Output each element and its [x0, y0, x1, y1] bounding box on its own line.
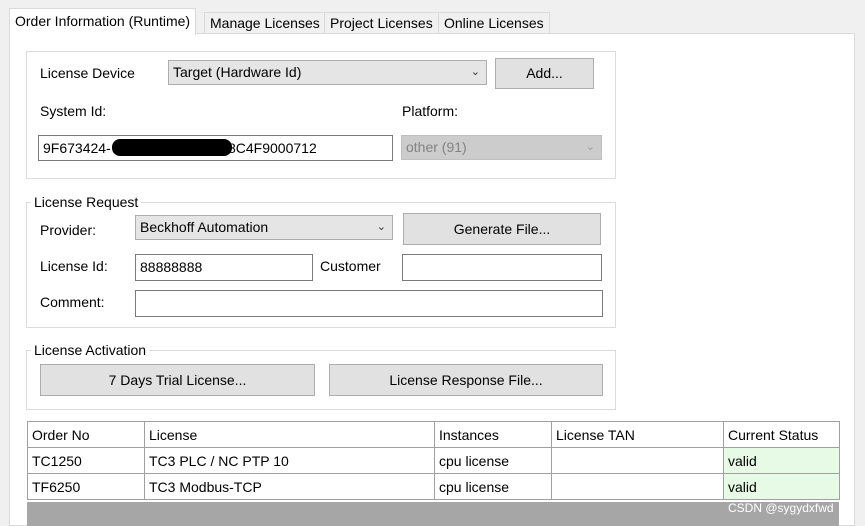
table-row[interactable]: TC1250 TC3 PLC / NC PTP 10 cpu license v… [27, 447, 840, 474]
license-device-combo[interactable]: Target (Hardware Id) ⌄ [168, 60, 487, 85]
platform-value: other (91) [406, 139, 467, 155]
tab-strip: Order Information (Runtime) Manage Licen… [0, 0, 865, 35]
table-cell: cpu license [434, 447, 552, 474]
table-cell: cpu license [434, 473, 552, 500]
column-header[interactable]: License [144, 421, 435, 448]
generate-file-button[interactable]: Generate File... [403, 213, 601, 245]
provider-label: Provider: [40, 222, 97, 238]
trial-license-button[interactable]: 7 Days Trial License... [40, 364, 315, 396]
status-cell: valid [723, 447, 840, 474]
provider-value: Beckhoff Automation [140, 219, 269, 235]
tab-label: Order Information (Runtime) [15, 13, 191, 29]
add-button[interactable]: Add... [495, 58, 594, 89]
customer-field[interactable] [402, 254, 602, 281]
tab-online-licenses[interactable]: Online Licenses [438, 12, 550, 34]
license-device-label: License Device [40, 65, 135, 81]
column-header[interactable]: Current Status [723, 421, 840, 448]
license-response-file-button[interactable]: License Response File... [329, 364, 603, 396]
table-empty-area [27, 502, 839, 526]
table-cell: TC3 PLC / NC PTP 10 [144, 447, 435, 474]
license-id-field[interactable]: 88888888 [135, 254, 313, 281]
table-cell [551, 473, 724, 500]
comment-label: Comment: [40, 294, 105, 310]
tab-manage-licenses[interactable]: Manage Licenses [204, 12, 326, 34]
table-cell [551, 447, 724, 474]
status-cell: valid [723, 473, 840, 500]
table-cell: TF6250 [27, 473, 145, 500]
chevron-down-icon: ⌄ [585, 141, 595, 153]
tab-label: Project Licenses [330, 15, 433, 31]
license-device-value: Target (Hardware Id) [173, 64, 302, 80]
chevron-down-icon: ⌄ [470, 66, 480, 78]
platform-label: Platform: [402, 103, 459, 119]
license-table: Order No License Instances License TAN C… [27, 421, 840, 500]
table-cell: TC1250 [27, 447, 145, 474]
system-id-suffix: 8C4F9000712 [228, 140, 317, 156]
customer-label: Customer [320, 258, 381, 274]
table-cell: TC3 Modbus-TCP [144, 473, 435, 500]
redaction-mark [112, 139, 232, 156]
scrollbar[interactable] [855, 0, 865, 526]
tab-project-licenses[interactable]: Project Licenses [324, 12, 439, 34]
platform-combo: other (91) ⌄ [401, 135, 602, 160]
system-id-prefix: 9F673424- [43, 140, 111, 156]
provider-combo[interactable]: Beckhoff Automation ⌄ [135, 215, 393, 240]
comment-field[interactable] [135, 290, 603, 317]
license-request-title: License Request [31, 194, 142, 210]
system-id-label: System Id: [40, 103, 107, 119]
column-header[interactable]: Instances [434, 421, 552, 448]
table-header-row: Order No License Instances License TAN C… [27, 421, 840, 448]
chevron-down-icon: ⌄ [376, 221, 386, 233]
license-id-label: License Id: [40, 258, 108, 274]
table-row[interactable]: TF6250 TC3 Modbus-TCP cpu license valid [27, 473, 840, 500]
tab-label: Manage Licenses [210, 15, 320, 31]
license-activation-title: License Activation [31, 342, 150, 358]
tab-label: Online Licenses [444, 15, 544, 31]
column-header[interactable]: License TAN [551, 421, 724, 448]
column-header[interactable]: Order No [27, 421, 145, 448]
tab-order-information[interactable]: Order Information (Runtime) [9, 8, 197, 35]
watermark: CSDN @sygydxfwd [728, 501, 834, 515]
